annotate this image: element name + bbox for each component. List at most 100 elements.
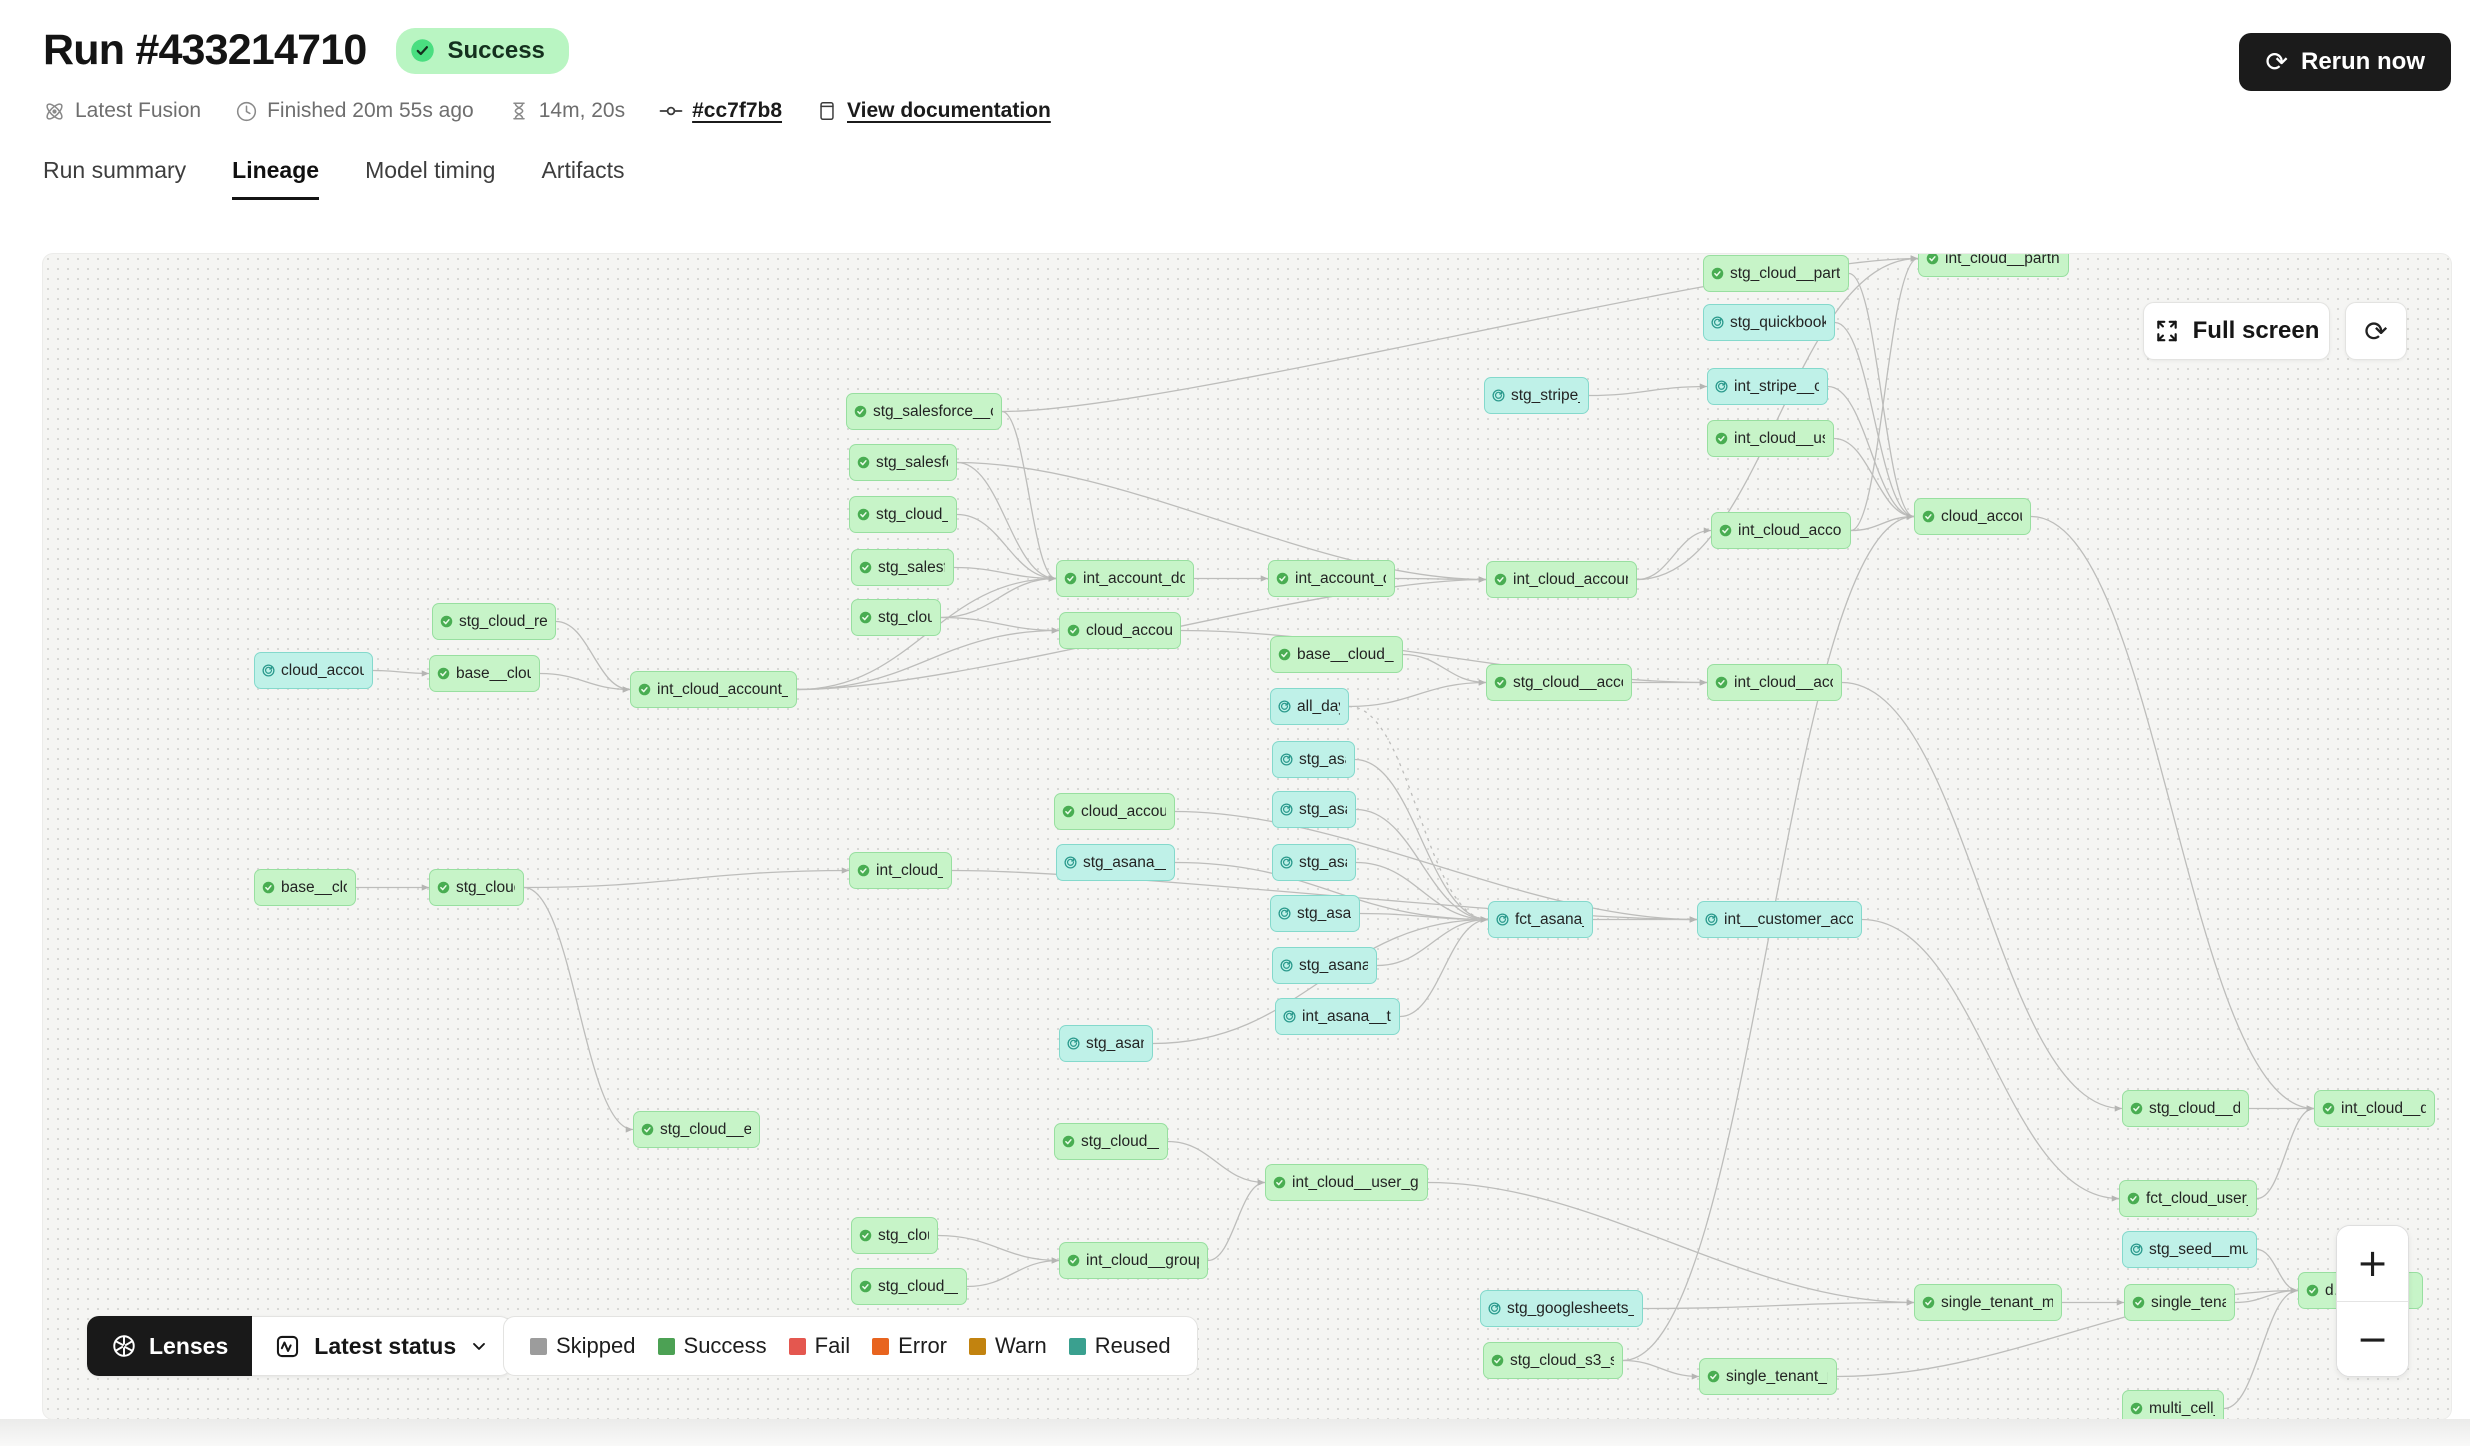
rerun-now-button[interactable]: ⟳ Rerun now bbox=[2239, 33, 2451, 91]
lineage-node[interactable]: cloud_accounts_… bbox=[1059, 612, 1181, 649]
lineage-node[interactable]: stg_asana__tas… bbox=[1056, 844, 1175, 881]
node-label: base__cloud_acco… bbox=[1297, 646, 1394, 664]
lineage-node[interactable]: int_cloud__partner_con… bbox=[1918, 254, 2069, 277]
lineage-node[interactable]: stg_stripe__c… bbox=[1484, 377, 1589, 414]
lenses-bar: Lenses Latest status bbox=[87, 1316, 512, 1376]
lineage-node[interactable]: stg_cloud__group… bbox=[851, 1268, 967, 1305]
lineage-node[interactable]: stg_salesforce… bbox=[851, 549, 954, 586]
lineage-node[interactable]: stg_asana… bbox=[1272, 844, 1356, 881]
legend-item-warn: Warn bbox=[969, 1333, 1047, 1359]
meta-commit[interactable]: #cc7f7b8 bbox=[659, 99, 782, 123]
lineage-node[interactable]: stg_cloud__… bbox=[851, 599, 941, 636]
lineage-node[interactable]: all_days bbox=[1270, 688, 1349, 725]
lineage-node[interactable]: int_stripe__custo… bbox=[1707, 368, 1828, 405]
lineage-node[interactable]: int_cloud__user_group… bbox=[1265, 1164, 1428, 1201]
lenses-button[interactable]: Lenses bbox=[87, 1316, 252, 1376]
lineage-node[interactable]: int_cloud_account_ma… bbox=[1486, 561, 1637, 598]
node-label: stg_asana… bbox=[1299, 751, 1346, 769]
lineage-node[interactable]: stg_asana__… bbox=[1270, 895, 1360, 932]
lineage-node[interactable]: stg_asana… bbox=[1272, 741, 1355, 778]
lineage-node[interactable]: base__cloud_acco… bbox=[1270, 636, 1403, 673]
hourglass-icon bbox=[508, 100, 530, 122]
lens-status-select[interactable]: Latest status bbox=[252, 1316, 512, 1376]
lineage-node[interactable]: stg_cloud_… bbox=[429, 869, 524, 906]
tab-model-timing[interactable]: Model timing bbox=[365, 157, 495, 200]
lineage-node[interactable]: cloud_account… bbox=[1914, 498, 2031, 535]
lineage-node[interactable]: int_cloud__us… bbox=[849, 852, 952, 889]
lineage-edge bbox=[540, 674, 630, 690]
canvas-refresh-button[interactable]: ⟳ bbox=[2345, 302, 2407, 360]
node-success-icon bbox=[859, 1229, 872, 1242]
lineage-node[interactable]: single_tenant_mapp… bbox=[1914, 1284, 2062, 1321]
lineage-edge bbox=[941, 618, 1059, 631]
zoom-in-button[interactable]: + bbox=[2337, 1226, 2408, 1301]
lineage-edge bbox=[1637, 531, 1711, 580]
node-success-icon bbox=[1273, 1176, 1286, 1189]
lineage-edge bbox=[524, 888, 633, 1130]
node-label: int__customer_account… bbox=[1724, 911, 1853, 929]
node-label: stg_stripe__c… bbox=[1511, 387, 1580, 405]
lineage-node[interactable]: stg_cloud_region… bbox=[432, 603, 556, 640]
lineage-node[interactable]: stg_cloud__us… bbox=[849, 496, 957, 533]
tab-run-summary[interactable]: Run summary bbox=[43, 157, 186, 200]
lineage-node[interactable]: base__cloud_… bbox=[429, 655, 540, 692]
node-label: stg_cloud__us… bbox=[876, 506, 948, 524]
node-label: stg_cloud__accounts… bbox=[1513, 674, 1623, 692]
lineage-node[interactable]: stg_cloud__partner_c… bbox=[1703, 255, 1849, 292]
node-label: int_cloud_account_ma… bbox=[1738, 522, 1842, 540]
lineage-node[interactable]: stg_seed__multireg… bbox=[2122, 1231, 2257, 1268]
meta-text: View documentation bbox=[847, 99, 1051, 123]
zoom-out-button[interactable]: − bbox=[2337, 1302, 2408, 1377]
node-success-icon bbox=[1922, 510, 1935, 523]
lineage-node[interactable]: base__clou… bbox=[254, 869, 356, 906]
lineage-node[interactable]: int_cloud__user_ac… bbox=[1707, 420, 1834, 457]
lineage-node[interactable]: int__customer_account… bbox=[1697, 901, 1862, 938]
lineage-node[interactable]: stg_salesforce__cloud_… bbox=[846, 393, 1002, 430]
tab-lineage[interactable]: Lineage bbox=[232, 157, 319, 200]
node-success-icon bbox=[2127, 1192, 2140, 1205]
lineage-edge bbox=[2224, 1291, 2298, 1409]
lineage-node[interactable]: stg_salesforce_… bbox=[849, 444, 957, 481]
lineage-node[interactable]: stg_cloud__us… bbox=[1054, 1123, 1168, 1160]
tab-artifacts[interactable]: Artifacts bbox=[541, 157, 624, 200]
legend-label: Success bbox=[684, 1333, 767, 1359]
lineage-node[interactable]: single_tenant_map… bbox=[1699, 1358, 1837, 1395]
lineage-node[interactable]: cloud_account_… bbox=[1054, 793, 1175, 830]
legend-swatch bbox=[1069, 1338, 1086, 1355]
lineage-node[interactable]: stg_asana__… bbox=[1059, 1025, 1153, 1062]
lineage-node[interactable]: int_cloud_account__m… bbox=[630, 671, 797, 708]
lineage-node[interactable]: single_tenant_… bbox=[2124, 1284, 2235, 1321]
lineage-node[interactable]: int_cloud__devel… bbox=[2314, 1090, 2435, 1127]
lineage-node[interactable]: stg_asana__pr… bbox=[1272, 947, 1377, 984]
lineage-node[interactable]: int_cloud__group_per… bbox=[1059, 1242, 1208, 1279]
node-label: stg_asana__… bbox=[1086, 1035, 1144, 1053]
node-success-icon bbox=[437, 881, 450, 894]
lineage-node[interactable]: stg_cloud__accounts… bbox=[1486, 664, 1632, 701]
lineage-node[interactable]: cloud_account… bbox=[254, 652, 373, 689]
status-badge-label: Success bbox=[447, 37, 544, 65]
lineage-node[interactable]: int_cloud_account_ma… bbox=[1711, 512, 1851, 549]
lineage-node[interactable]: int_account_domain… bbox=[1056, 560, 1194, 597]
lineage-node[interactable]: stg_cloud_s3_singl… bbox=[1483, 1342, 1623, 1379]
legend-label: Reused bbox=[1095, 1333, 1171, 1359]
lineage-node[interactable]: multi_cell_m… bbox=[2122, 1390, 2224, 1419]
lineage-node[interactable]: fct_asana_proj… bbox=[1488, 901, 1593, 938]
clock-icon bbox=[235, 100, 258, 123]
lineage-node[interactable]: stg_cloud_… bbox=[851, 1217, 938, 1254]
lineage-node[interactable]: int_asana__task_s… bbox=[1275, 998, 1400, 1035]
node-label: stg_cloud_… bbox=[456, 879, 515, 897]
lineage-node[interactable]: stg_quickbooks__a… bbox=[1703, 304, 1835, 341]
lineage-node[interactable]: stg_cloud__devel… bbox=[2122, 1090, 2249, 1127]
lineage-node[interactable]: int_cloud__accoun… bbox=[1707, 664, 1842, 701]
meta-document[interactable]: View documentation bbox=[816, 99, 1051, 123]
lineage-node[interactable]: int_account_dom… bbox=[1268, 560, 1395, 597]
lineage-node[interactable]: stg_googlesheets__sin… bbox=[1480, 1290, 1643, 1327]
fullscreen-button[interactable]: Full screen bbox=[2143, 302, 2330, 360]
node-reused-icon bbox=[1492, 389, 1505, 402]
lineage-canvas[interactable]: cloud_account… stg_cloud_region… base__clo… bbox=[43, 254, 2451, 1419]
node-label: stg_cloud_region… bbox=[459, 613, 547, 631]
lineage-node[interactable]: stg_asana_… bbox=[1272, 791, 1356, 828]
node-success-icon bbox=[857, 864, 870, 877]
lineage-node[interactable]: fct_cloud_user_acc… bbox=[2119, 1180, 2257, 1217]
lineage-node[interactable]: stg_cloud__email… bbox=[633, 1111, 760, 1148]
